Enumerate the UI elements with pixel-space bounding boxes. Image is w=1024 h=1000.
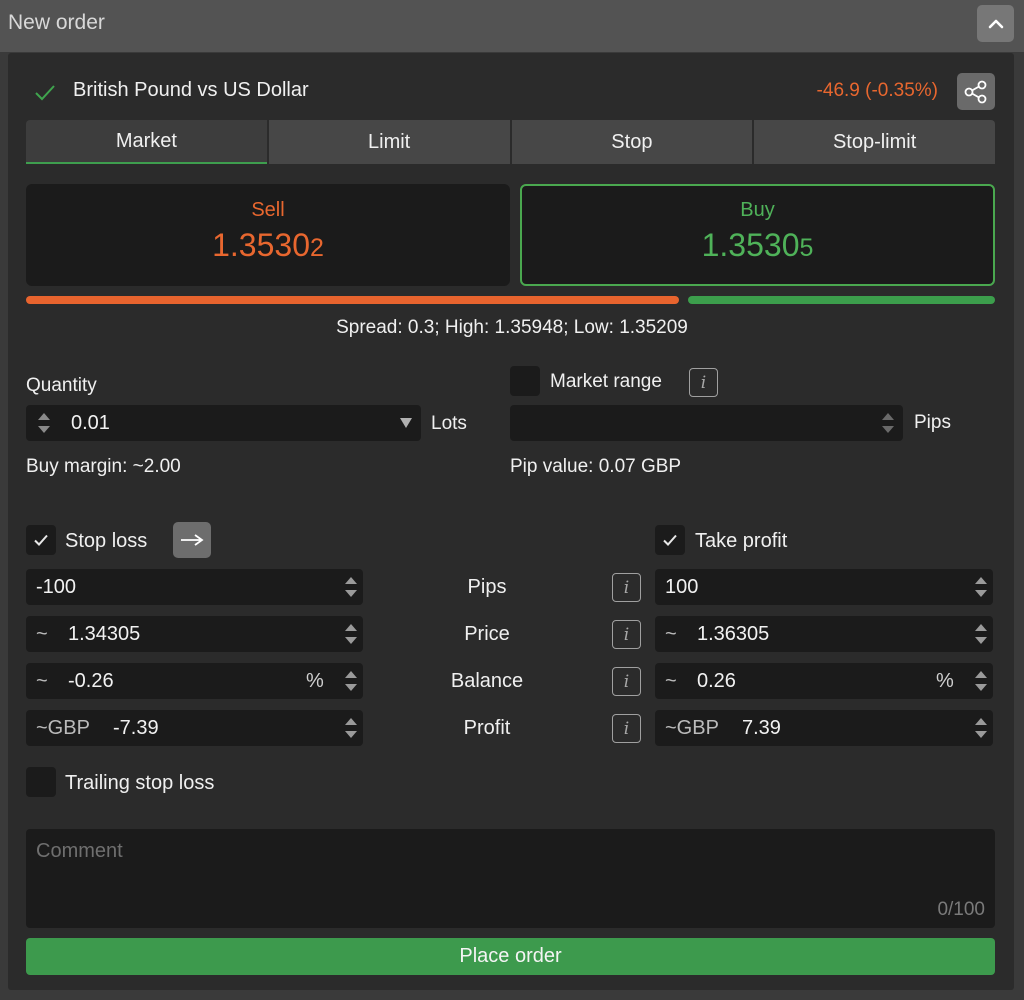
stop-loss-balance-input[interactable]: ~ -0.26 % [26,663,363,699]
stop-loss-profit-input[interactable]: ~GBP -7.39 [26,710,363,746]
market-info: Spread: 0.3; High: 1.35948; Low: 1.35209 [336,317,688,338]
check-icon [35,85,55,101]
info-icon[interactable]: i [612,667,641,696]
approx-prefix: ~ [36,623,48,645]
stepper-icon[interactable] [881,410,895,436]
comment-counter: 0/100 [937,899,985,920]
stop-loss-profit-value: -7.39 [113,717,159,739]
place-order-button[interactable]: Place order [26,938,995,975]
take-profit-profit-input[interactable]: ~GBP 7.39 [655,710,993,746]
sell-label: Sell [251,199,285,221]
percent-unit: % [936,670,954,692]
take-profit-price-input[interactable]: ~ 1.36305 [655,616,993,652]
take-profit-pips-value: 100 [665,576,699,598]
tab-limit[interactable]: Limit [268,120,510,164]
stop-loss-mode-button[interactable] [173,522,211,558]
stepper-icon [38,413,50,433]
currency-prefix: ~GBP [665,717,719,739]
currency-prefix: ~GBP [36,717,90,739]
checkmark-icon [663,534,677,546]
approx-prefix: ~ [36,670,48,692]
info-icon[interactable]: i [689,368,718,397]
row-label-balance: Balance [450,670,524,692]
quantity-label: Quantity [26,375,97,396]
order-type-tabs: Market Limit Stop Stop-limit [26,120,995,164]
buy-price-pip: 5 [799,234,814,262]
collapse-button[interactable] [977,5,1014,42]
stop-loss-label: Stop loss [65,530,148,552]
buy-margin: Buy margin: ~2.00 [26,456,181,477]
buy-price-main: 1.3530 [701,227,800,263]
stepper-icon[interactable] [344,621,358,647]
buy-label: Buy [740,199,775,221]
title-bar: New order [0,0,1024,52]
info-icon[interactable]: i [612,620,641,649]
approx-prefix: ~ [665,670,677,692]
instrument-name: British Pound vs US Dollar [73,79,309,101]
stop-loss-checkbox[interactable] [26,525,56,555]
share-icon [964,80,987,103]
take-profit-price-value: 1.36305 [697,623,770,645]
quantity-input[interactable]: 0.01 [26,405,421,441]
buy-price: 1.35305 [522,227,993,264]
take-profit-balance-input[interactable]: ~ 0.26 % [655,663,993,699]
stop-loss-pips-input[interactable]: -100 [26,569,363,605]
quantity-value: 0.01 [71,412,110,434]
share-button[interactable] [957,73,995,110]
trailing-stop-checkbox[interactable] [26,767,56,797]
checkmark-icon [34,534,48,546]
trailing-stop-label: Trailing stop loss [65,772,215,794]
pip-value: Pip value: 0.07 GBP [510,456,682,477]
sell-price-main: 1.3530 [212,227,310,263]
chevron-up-icon [988,19,1003,28]
stop-loss-pips-value: -100 [36,576,77,598]
tab-stop-limit[interactable]: Stop-limit [754,120,995,164]
price-change: -46.9 (-0.35%) [816,80,938,101]
stepper-icon[interactable] [344,715,358,741]
take-profit-balance-value: 0.26 [697,670,736,692]
take-profit-pips-input[interactable]: 100 [655,569,993,605]
info-icon[interactable]: i [612,573,641,602]
row-label-price: Price [464,623,510,645]
row-label-pips: Pips [467,576,507,598]
market-range-unit: Pips [914,412,951,433]
stepper-icon[interactable] [974,574,988,600]
take-profit-label: Take profit [695,530,788,552]
buy-button[interactable]: Buy 1.35305 [520,184,995,286]
row-label-profit: Profit [463,717,511,739]
sell-button[interactable]: Sell 1.35302 [26,184,510,286]
quantity-unit: Lots [431,413,467,434]
stop-loss-price-value: 1.34305 [68,623,141,645]
dropdown-arrow-icon[interactable] [400,417,412,429]
stop-loss-balance-value: -0.26 [68,670,114,692]
market-range-input[interactable] [510,405,903,441]
percent-unit: % [306,670,324,692]
take-profit-checkbox[interactable] [655,525,685,555]
stepper-icon[interactable] [344,574,358,600]
tab-stop[interactable]: Stop [511,120,753,164]
tab-market[interactable]: Market [26,120,267,164]
comment-placeholder: Comment [36,840,123,862]
sell-price: 1.35302 [26,227,510,264]
comment-input[interactable]: Comment 0/100 [26,829,995,928]
stepper-icon[interactable] [344,668,358,694]
sell-price-pip: 2 [309,234,324,262]
window-title: New order [8,11,105,34]
stepper-icon[interactable] [974,621,988,647]
buy-sentiment-bar [688,296,995,304]
take-profit-profit-value: 7.39 [742,717,781,739]
approx-prefix: ~ [665,623,677,645]
stepper-icon[interactable] [974,668,988,694]
market-range-label: Market range [550,371,662,392]
arrow-right-icon [181,534,204,546]
market-range-checkbox[interactable] [510,366,540,396]
info-icon[interactable]: i [612,714,641,743]
stop-loss-price-input[interactable]: ~ 1.34305 [26,616,363,652]
sell-sentiment-bar [26,296,679,304]
stepper-icon[interactable] [974,715,988,741]
